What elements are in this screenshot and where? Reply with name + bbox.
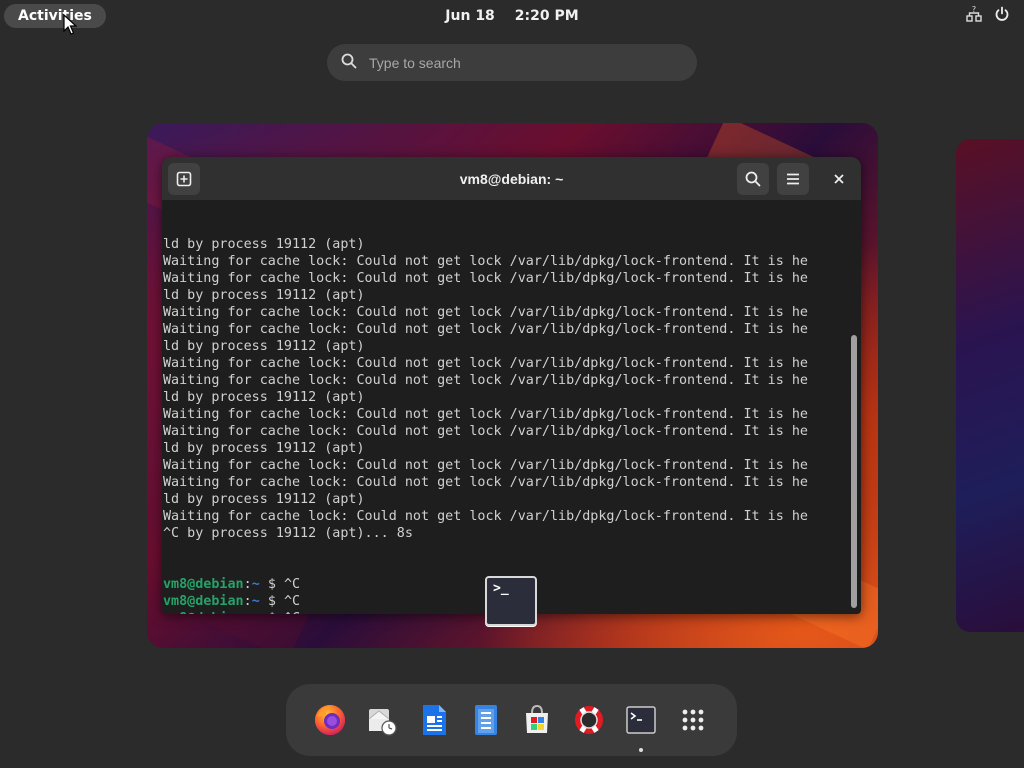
- search-bar[interactable]: [327, 44, 697, 81]
- system-menu[interactable]: ?: [966, 6, 1010, 22]
- hamburger-menu-icon: [787, 173, 799, 185]
- prompt-command: ^C: [284, 611, 300, 614]
- terminal-icon[interactable]: [619, 698, 663, 752]
- clock-date: Jun 18: [445, 8, 495, 24]
- app-grid-icon[interactable]: [671, 698, 715, 742]
- new-tab-button[interactable]: [168, 163, 200, 195]
- clock[interactable]: Jun 18 2:20 PM: [445, 8, 578, 24]
- software-icon[interactable]: [515, 698, 559, 742]
- terminal-output-line: Waiting for cache lock: Could not get lo…: [163, 254, 808, 269]
- terminal-output-line: Waiting for cache lock: Could not get lo…: [163, 475, 808, 490]
- terminal-output-line: Waiting for cache lock: Could not get lo…: [163, 322, 808, 337]
- terminal-output-line: Waiting for cache lock: Could not get lo…: [163, 509, 808, 524]
- window-title: vm8@debian: ~: [459, 170, 564, 187]
- evolution-mail-icon[interactable]: [360, 698, 404, 742]
- search-icon: [341, 53, 357, 73]
- terminal-headerbar[interactable]: vm8@debian: ~: [162, 157, 861, 200]
- power-icon: [994, 6, 1010, 22]
- terminal-output-line: Waiting for cache lock: Could not get lo…: [163, 305, 808, 320]
- svg-text:?: ?: [972, 6, 976, 14]
- close-icon: [834, 174, 844, 184]
- terminal-output[interactable]: ld by process 19112 (apt) Waiting for cac…: [163, 202, 849, 614]
- terminal-output-line: ld by process 19112 (apt): [163, 288, 365, 303]
- terminal-output-line: Waiting for cache lock: Could not get lo…: [163, 458, 808, 473]
- terminal-output-line: Waiting for cache lock: Could not get lo…: [163, 373, 808, 388]
- prompt-command: ^C: [283, 594, 301, 609]
- dash: [286, 684, 737, 756]
- workspace-next[interactable]: [956, 139, 1024, 632]
- mouse-pointer-icon: [63, 14, 77, 35]
- new-tab-icon: [176, 171, 192, 187]
- top-bar: Activities Jun 18 2:20 PM ?: [0, 0, 1024, 32]
- terminal-icon[interactable]: >_: [485, 576, 537, 626]
- activities-button[interactable]: Activities: [4, 4, 106, 28]
- prompt-command: ^C: [283, 577, 301, 592]
- terminal-output-line: ^C by process 19112 (apt)... 8s: [163, 526, 413, 541]
- terminal-output-line: Waiting for cache lock: Could not get lo…: [163, 271, 808, 286]
- prompt-symbol: $: [260, 611, 284, 614]
- firefox-icon[interactable]: [308, 698, 352, 742]
- prompt-symbol: $: [267, 577, 276, 592]
- terminal-output-line: ld by process 19112 (apt): [163, 390, 365, 405]
- terminal-output-line: Waiting for cache lock: Could not get lo…: [163, 424, 808, 439]
- terminal-window[interactable]: vm8@debian: ~ ld by process 19112 (apt) W…: [162, 157, 861, 614]
- search-icon: [745, 171, 761, 187]
- terminal-search-button[interactable]: [737, 163, 769, 195]
- terminal-output-line: ld by process 19112 (apt): [163, 339, 365, 354]
- prompt-user-host: vm8@debian: [163, 577, 244, 592]
- terminal-scrollbar[interactable]: [851, 335, 857, 608]
- terminal-output-line: ld by process 19112 (apt): [163, 492, 365, 507]
- terminal-output-line: ld by process 19112 (apt): [163, 237, 365, 252]
- writer-icon[interactable]: [412, 698, 456, 742]
- main-menu-button[interactable]: [777, 163, 809, 195]
- prompt-symbol: $: [267, 594, 276, 609]
- prompt-user-host: vm8@debian: [163, 611, 244, 614]
- network-unknown-icon: ?: [966, 6, 982, 22]
- help-icon[interactable]: [567, 698, 611, 742]
- text-editor-icon[interactable]: [464, 698, 508, 742]
- search-input[interactable]: [369, 54, 669, 71]
- prompt-user-host: vm8@debian: [163, 594, 244, 609]
- running-indicator: [639, 748, 644, 752]
- terminal-output-line: Waiting for cache lock: Could not get lo…: [163, 356, 808, 371]
- clock-time: 2:20 PM: [514, 8, 579, 24]
- terminal-output-line: ld by process 19112 (apt): [163, 441, 365, 456]
- terminal-output-line: Waiting for cache lock: Could not get lo…: [163, 407, 808, 422]
- close-button[interactable]: [823, 163, 855, 195]
